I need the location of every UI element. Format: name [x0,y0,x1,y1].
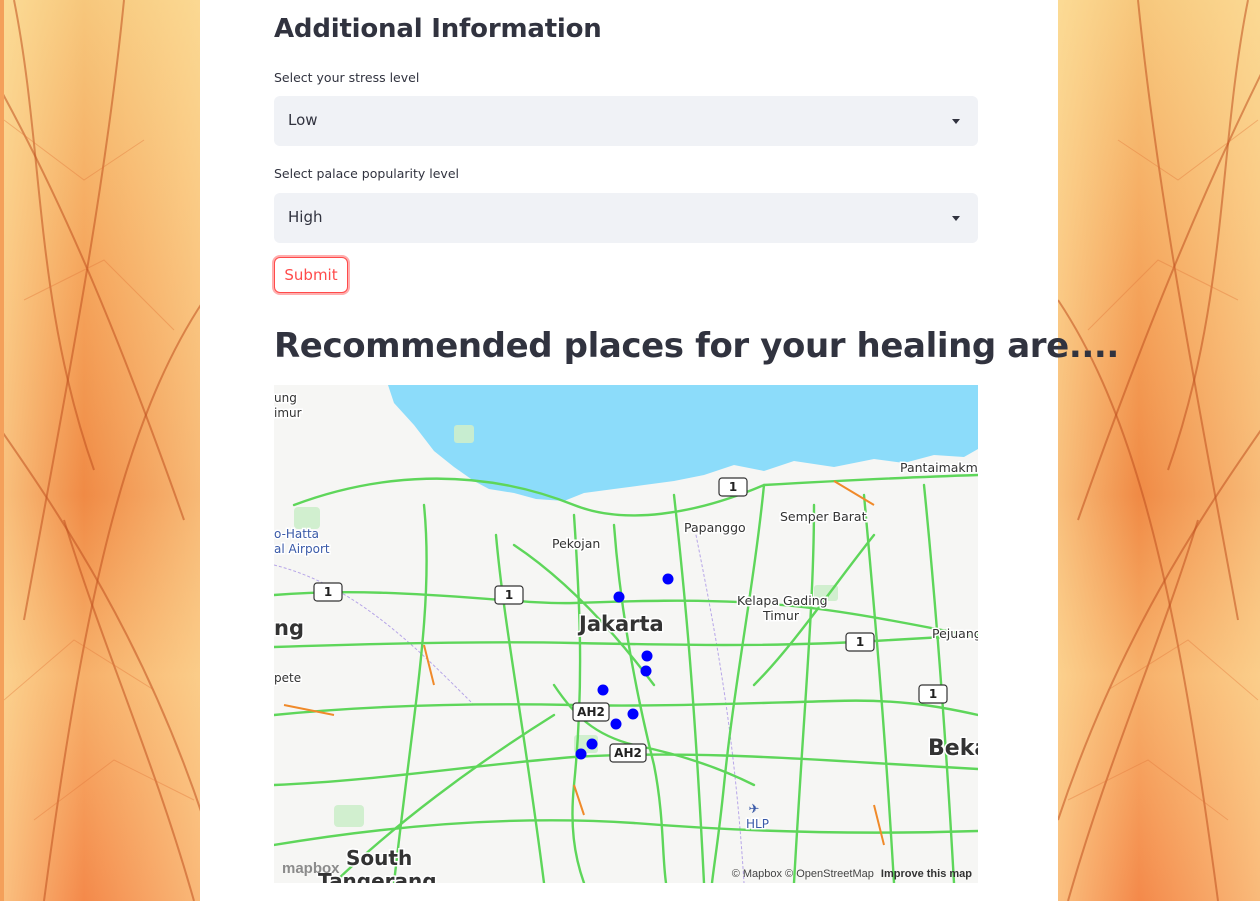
label-kelapa-gading: Kelapa Gading [737,593,828,608]
improve-map-link[interactable]: Improve this map [881,868,972,880]
place-marker [597,684,609,696]
place-marker [613,591,625,603]
shield-1-d: 1 [856,635,864,649]
label-edge-top-1: ung [274,391,297,405]
shield-1-b: 1 [324,585,332,599]
shield-1-c: 1 [505,588,513,602]
label-airport-1: o-Hatta [274,527,319,541]
label-south: South [346,846,412,870]
chevron-down-icon [952,119,960,124]
shield-ah2-a: AH2 [577,705,605,719]
mapbox-logo[interactable]: mapbox [282,860,340,877]
place-marker [575,748,587,760]
label-semper-barat: Semper Barat [780,509,867,524]
stress-level-select[interactable]: Low [274,96,978,146]
popularity-level-select[interactable]: High [274,193,978,243]
label-airport-2: al Airport [274,542,330,556]
shield-1-a: 1 [729,480,737,494]
label-bekasi: Beka [928,736,978,761]
place-marker [610,718,622,730]
label-pejuang: Pejuang [932,626,978,641]
place-marker [641,650,653,662]
results-title: Recommended places for your healing are.… [274,326,1119,366]
place-marker [586,738,598,750]
label-pekojan: Pekojan [552,536,600,551]
shield-1-e: 1 [929,687,937,701]
label-timur: Timur [762,608,800,623]
map-attribution: © Mapbox © OpenStreetMap Improve this ma… [732,868,972,880]
stress-level-value: Low [288,111,318,129]
stress-level-label: Select your stress level [274,70,420,85]
submit-button[interactable]: Submit [274,257,348,293]
recommendation-map[interactable]: 1 1 1 1 1 AH2 AH2 Jakarta Pekojan Papang… [274,385,978,883]
label-jakarta: Jakarta [577,612,664,636]
label-hlp: HLP [746,817,769,831]
label-edge-top-2: imur [274,406,302,420]
place-marker [627,708,639,720]
airplane-icon: ✈ [749,802,760,817]
place-marker [662,573,674,585]
sea-water [388,385,978,501]
place-marker [640,665,652,677]
section-title: Additional Information [274,14,602,44]
popularity-level-value: High [288,208,323,226]
attribution-text: © Mapbox © OpenStreetMap [731,868,874,880]
chevron-down-icon [952,216,960,221]
label-pete: pete [274,671,301,685]
left-background-decoration [4,0,204,901]
label-pantaimakmur: Pantaimakm [900,460,978,475]
right-background-decoration [1058,0,1260,901]
label-tangerang-left: ng [274,616,304,640]
shield-ah2-b: AH2 [614,746,642,760]
label-papanggo: Papanggo [684,520,746,535]
main-content-panel: Additional Information Select your stres… [200,0,1119,901]
popularity-level-label: Select palace popularity level [274,166,459,181]
